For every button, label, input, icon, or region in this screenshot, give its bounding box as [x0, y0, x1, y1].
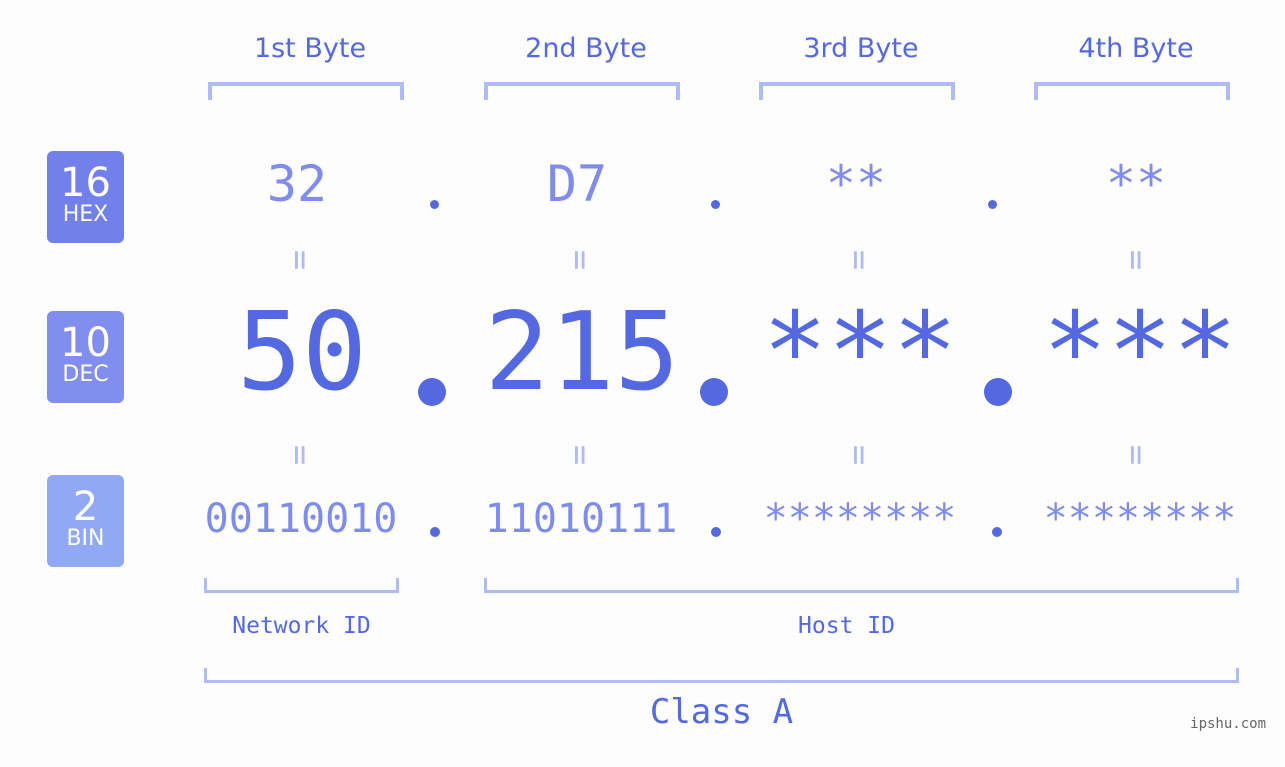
- equals-icon: =: [839, 249, 879, 271]
- equals-icon: =: [839, 444, 879, 466]
- hex-value-1: 32: [266, 155, 328, 213]
- dec-badge: 10 DEC: [47, 311, 124, 403]
- dec-value-4: ***: [1042, 290, 1238, 415]
- byte-header-2: 2nd Byte: [525, 33, 647, 64]
- equals-icon: =: [280, 249, 320, 271]
- dec-badge-number: 10: [60, 320, 111, 366]
- hex-value-3: **: [825, 155, 887, 213]
- network-id-label: Network ID: [232, 613, 371, 639]
- bin-value-1: 00110010: [204, 496, 398, 542]
- hex-separator-dot: [988, 200, 997, 209]
- dec-separator-dot: [984, 378, 1012, 406]
- class-bracket: [204, 668, 1239, 683]
- byte-bracket-1: [208, 82, 404, 100]
- network-id-bracket: [204, 578, 399, 593]
- byte-bracket-3: [759, 82, 955, 100]
- hex-separator-dot: [430, 200, 439, 209]
- watermark: ipshu.com: [1190, 716, 1266, 732]
- bin-separator-dot: [992, 527, 1002, 537]
- byte-header-4: 4th Byte: [1078, 33, 1194, 64]
- equals-icon: =: [280, 444, 320, 466]
- dec-value-3: ***: [762, 290, 958, 415]
- bin-badge-label: BIN: [66, 526, 105, 551]
- bin-separator-dot: [430, 527, 440, 537]
- dec-separator-dot: [418, 378, 446, 406]
- equals-icon: =: [1116, 249, 1156, 271]
- dec-badge-label: DEC: [62, 362, 109, 387]
- byte-header-3: 3rd Byte: [803, 33, 919, 64]
- equals-icon: =: [560, 444, 600, 466]
- byte-bracket-4: [1034, 82, 1230, 100]
- bin-value-4: ********: [1043, 496, 1237, 542]
- bin-value-3: ********: [763, 496, 957, 542]
- dec-value-1: 50: [236, 290, 368, 415]
- equals-icon: =: [1116, 444, 1156, 466]
- equals-icon: =: [560, 249, 600, 271]
- hex-value-2: D7: [546, 155, 608, 213]
- hex-separator-dot: [711, 200, 720, 209]
- byte-bracket-2: [484, 82, 680, 100]
- bin-value-2: 11010111: [484, 496, 678, 542]
- bin-badge: 2 BIN: [47, 475, 124, 567]
- hex-value-4: **: [1105, 155, 1167, 213]
- dec-value-2: 215: [484, 290, 680, 415]
- bin-separator-dot: [711, 527, 721, 537]
- host-id-bracket: [484, 578, 1239, 593]
- hex-badge: 16 HEX: [47, 151, 124, 243]
- class-label: Class A: [649, 692, 794, 732]
- dec-separator-dot: [700, 378, 728, 406]
- hex-badge-number: 16: [60, 160, 111, 206]
- host-id-label: Host ID: [798, 613, 895, 639]
- hex-badge-label: HEX: [62, 202, 109, 227]
- byte-header-1: 1st Byte: [253, 33, 367, 64]
- bin-badge-number: 2: [72, 484, 99, 530]
